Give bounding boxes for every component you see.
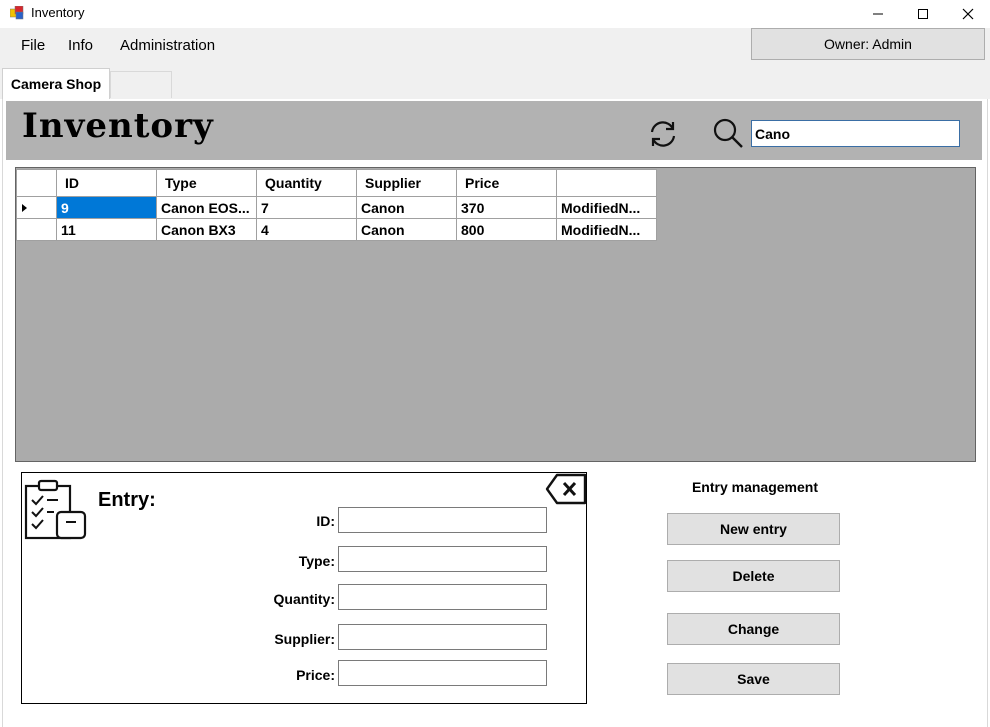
cell-extra[interactable]: ModifiedN...	[556, 196, 657, 219]
refresh-icon[interactable]	[646, 117, 680, 151]
owner-button[interactable]: Owner: Admin	[751, 28, 985, 60]
clear-backspace-icon[interactable]	[545, 473, 587, 505]
entry-management-title: Entry management	[691, 479, 819, 495]
label-quantity: Quantity:	[273, 591, 335, 607]
current-row-arrow-icon	[22, 203, 27, 212]
cell-price[interactable]: 800	[456, 218, 557, 241]
id-field[interactable]	[338, 507, 547, 533]
close-button[interactable]	[945, 0, 990, 27]
cell-id[interactable]: 9	[56, 196, 157, 219]
window-title: Inventory	[31, 5, 85, 20]
row-header-selected[interactable]	[16, 196, 57, 219]
cell-extra[interactable]: ModifiedN...	[556, 218, 657, 241]
label-type: Type:	[298, 553, 335, 569]
label-price: Price:	[296, 667, 335, 683]
search-icon[interactable]	[711, 116, 745, 150]
menu-file[interactable]: File	[21, 37, 45, 54]
price-field[interactable]	[338, 660, 547, 686]
cell-price[interactable]: 370	[456, 196, 557, 219]
delete-button[interactable]: Delete	[667, 560, 840, 592]
table-row[interactable]: 11 Canon BX3 4 Canon 800 ModifiedN...	[16, 218, 657, 241]
grid-corner-cell[interactable]	[16, 169, 57, 197]
column-header-id[interactable]: ID	[56, 169, 157, 197]
type-field[interactable]	[338, 546, 547, 572]
cell-supplier[interactable]: Canon	[356, 196, 457, 219]
cell-type[interactable]: Canon EOS...	[156, 196, 257, 219]
maximize-button[interactable]	[900, 0, 946, 27]
quantity-field[interactable]	[338, 584, 547, 610]
menu-administration[interactable]: Administration	[120, 37, 215, 54]
save-button[interactable]: Save	[667, 663, 840, 695]
inventory-grid[interactable]: ID Type Quantity Supplier Price 9 Canon …	[16, 169, 657, 241]
column-header-quantity[interactable]: Quantity	[256, 169, 357, 197]
label-supplier: Supplier:	[274, 631, 335, 647]
cell-quantity[interactable]: 4	[256, 218, 357, 241]
app-icon	[10, 6, 24, 20]
grid-header-row: ID Type Quantity Supplier Price	[16, 169, 657, 197]
supplier-field[interactable]	[338, 624, 547, 650]
entry-title: Entry:	[98, 489, 156, 511]
cell-quantity[interactable]: 7	[256, 196, 357, 219]
column-header-price[interactable]: Price	[456, 169, 557, 197]
cell-type[interactable]: Canon BX3	[156, 218, 257, 241]
close-icon	[962, 8, 974, 19]
minimize-button[interactable]	[855, 0, 901, 27]
minimize-icon	[873, 13, 883, 14]
search-input[interactable]	[751, 120, 960, 147]
title-bar	[0, 0, 990, 27]
column-header-extra[interactable]	[556, 169, 657, 197]
column-header-type[interactable]: Type	[156, 169, 257, 197]
new-entry-button[interactable]: New entry	[667, 513, 840, 545]
column-header-supplier[interactable]: Supplier	[356, 169, 457, 197]
row-header[interactable]	[16, 218, 57, 241]
maximize-icon	[918, 8, 928, 19]
tab-second[interactable]	[110, 71, 172, 98]
tab-camera-shop[interactable]: Camera Shop	[2, 68, 110, 99]
cell-supplier[interactable]: Canon	[356, 218, 457, 241]
cell-id[interactable]: 11	[56, 218, 157, 241]
page-title: Inventory	[22, 106, 214, 146]
label-id: ID:	[316, 513, 335, 529]
clipboard-icon	[24, 479, 87, 540]
change-button[interactable]: Change	[667, 613, 840, 645]
menu-info[interactable]: Info	[68, 37, 93, 54]
table-row[interactable]: 9 Canon EOS... 7 Canon 370 ModifiedN...	[16, 196, 657, 219]
